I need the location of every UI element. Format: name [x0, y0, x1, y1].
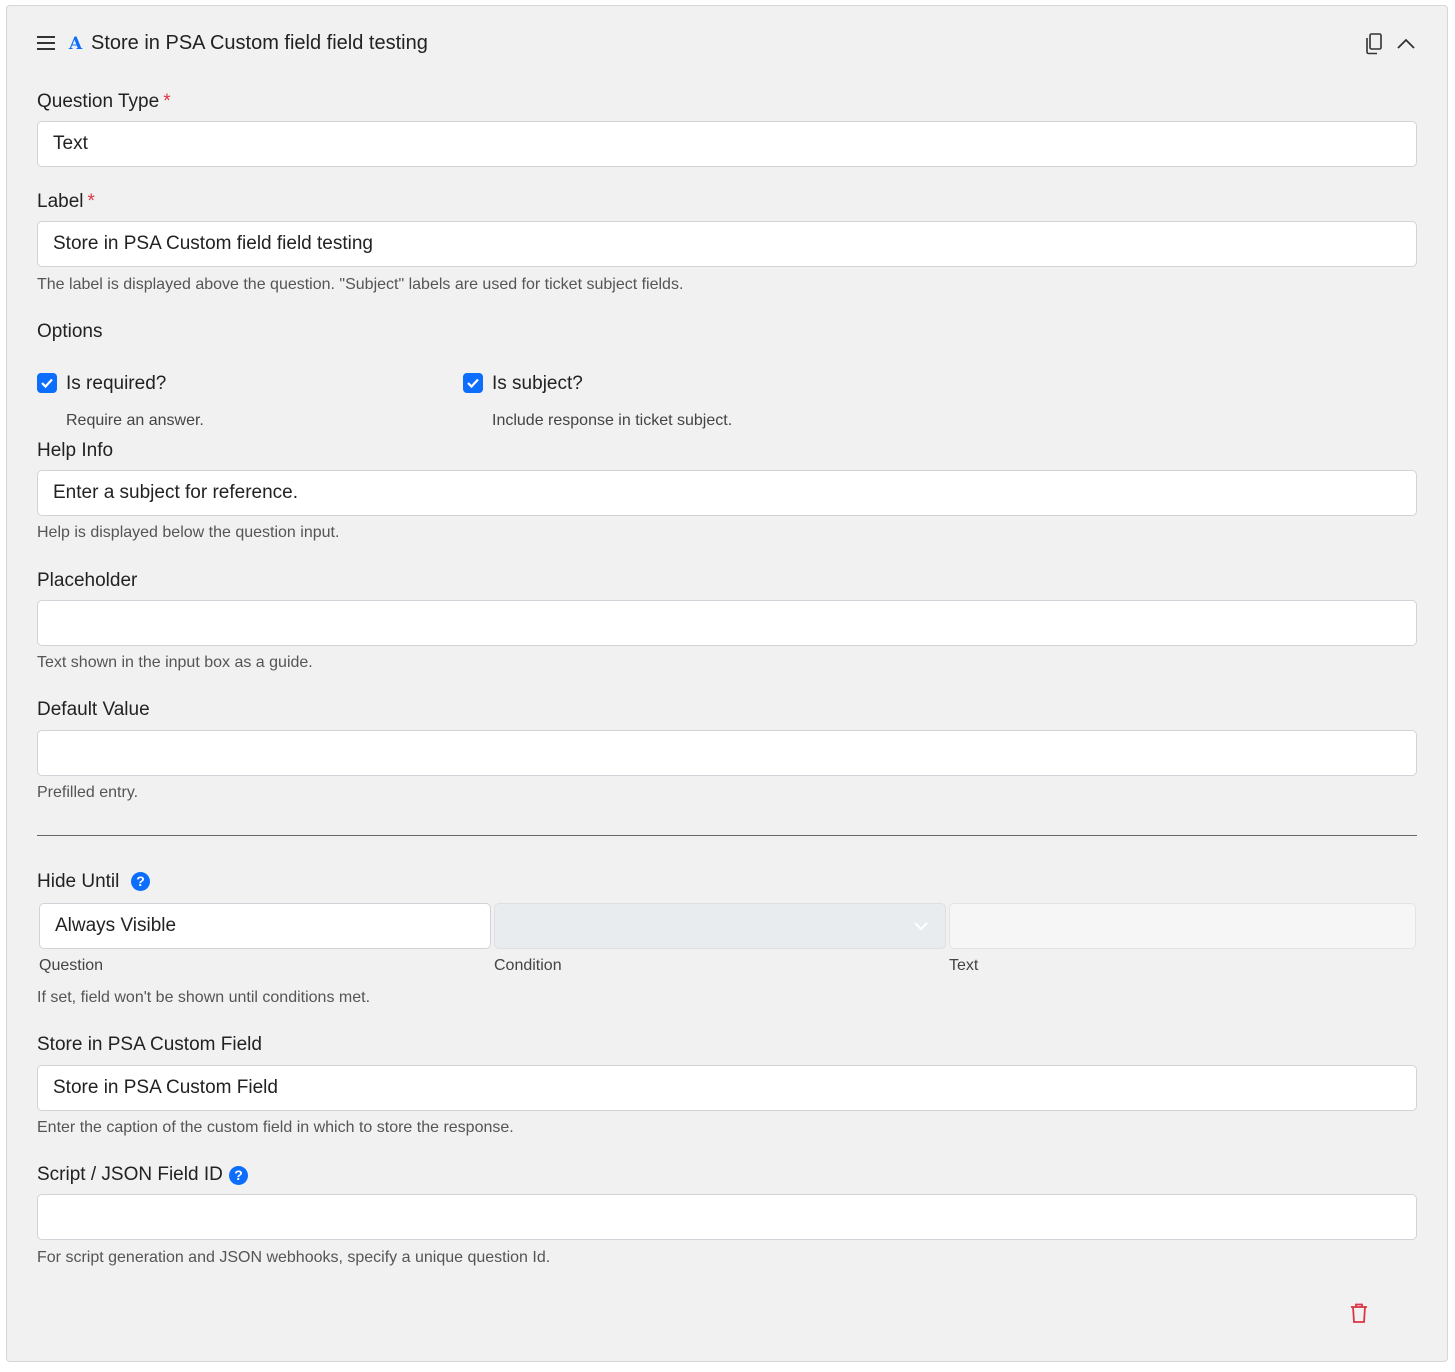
- text-caption: Text: [949, 957, 979, 974]
- is-required-help: Require an answer.: [66, 412, 204, 429]
- question-type-label: Question Type *: [37, 91, 171, 112]
- is-subject-help: Include response in ticket subject.: [492, 412, 733, 429]
- placeholder-input[interactable]: [37, 600, 1417, 646]
- help-info-input[interactable]: Enter a subject for reference.: [37, 470, 1417, 516]
- label-help-text: The label is displayed above the questio…: [37, 276, 684, 293]
- options-title: Options: [37, 321, 103, 342]
- placeholder-label: Placeholder: [37, 570, 138, 591]
- card-header: A Store in PSA Custom field field testin…: [37, 28, 1417, 64]
- is-subject-label: Is subject?: [492, 373, 583, 394]
- psa-field-label: Store in PSA Custom Field: [37, 1034, 262, 1055]
- required-mark: *: [163, 91, 171, 112]
- help-info-label: Help Info: [37, 440, 114, 461]
- placeholder-help-text: Text shown in the input box as a guide.: [37, 654, 313, 671]
- question-type-select[interactable]: Text: [37, 121, 1417, 167]
- hide-until-label: Hide Until: [37, 871, 120, 892]
- is-required-label: Is required?: [66, 373, 167, 394]
- section-divider: [37, 835, 1417, 836]
- default-value-label: Default Value: [37, 699, 150, 720]
- is-required-checkbox[interactable]: [37, 373, 57, 393]
- default-value-input[interactable]: [37, 730, 1417, 776]
- hamburger-menu-icon[interactable]: [37, 36, 55, 50]
- question-caption: Question: [39, 957, 104, 974]
- script-id-label: Script / JSON Field ID: [37, 1164, 223, 1185]
- hide-until-help-icon[interactable]: ?: [131, 872, 150, 891]
- hide-until-question-select[interactable]: Always Visible: [39, 903, 491, 949]
- card-title: Store in PSA Custom field field testing: [91, 32, 428, 54]
- chevron-down-icon: [914, 922, 928, 931]
- text-type-icon: A: [69, 34, 83, 54]
- is-subject-checkbox[interactable]: [463, 373, 483, 393]
- trash-icon[interactable]: [1349, 1302, 1369, 1324]
- default-value-help-text: Prefilled entry.: [37, 784, 139, 801]
- psa-field-input[interactable]: Store in PSA Custom Field: [37, 1065, 1417, 1111]
- label-input[interactable]: Store in PSA Custom field field testing: [37, 221, 1417, 267]
- hide-until-help-text: If set, field won't be shown until condi…: [37, 989, 371, 1006]
- script-id-help-text: For script generation and JSON webhooks,…: [37, 1249, 551, 1266]
- chevron-up-icon[interactable]: [1395, 32, 1417, 56]
- script-id-help-icon[interactable]: ?: [229, 1166, 248, 1185]
- hide-until-text-input[interactable]: [949, 903, 1416, 949]
- label-field-label: Label *: [37, 191, 95, 212]
- script-id-input[interactable]: [37, 1194, 1417, 1240]
- condition-caption: Condition: [494, 957, 562, 974]
- question-card: A Store in PSA Custom field field testin…: [6, 5, 1448, 1362]
- psa-field-help-text: Enter the caption of the custom field in…: [37, 1119, 514, 1136]
- hide-until-condition-select[interactable]: [494, 903, 946, 949]
- help-info-help-text: Help is displayed below the question inp…: [37, 524, 340, 541]
- required-mark: *: [87, 191, 95, 212]
- copy-icon[interactable]: [1363, 32, 1385, 56]
